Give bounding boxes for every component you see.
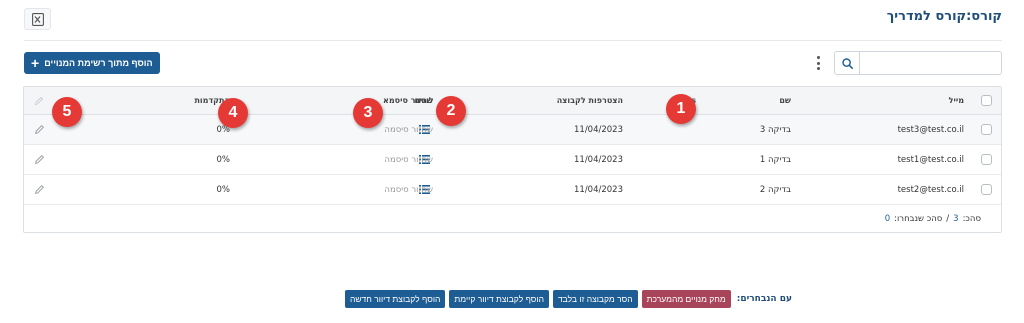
table-row[interactable]: test1@test.co.il בדיקה 1 11/04/2023 שחזו… — [24, 145, 1001, 175]
reset-password-link[interactable]: שחזור סיסמה — [384, 115, 433, 144]
select-all-checkbox[interactable] — [979, 87, 993, 114]
row-name: בדיקה 1 — [759, 154, 791, 165]
remove-from-group-button[interactable]: הסר מקבוצה זו בלבד — [552, 290, 638, 308]
annotation-badge-2: 2 — [436, 96, 466, 126]
row-progress: 0% — [216, 154, 231, 165]
row-name: בדיקה 2 — [759, 184, 791, 195]
edit-pencil-icon[interactable] — [31, 175, 47, 204]
export-excel-button[interactable] — [24, 8, 51, 30]
annotation-badge-1: 1 — [666, 94, 696, 124]
row-checkbox[interactable] — [979, 115, 993, 144]
table-header: מייל שם IP's הצטרפות לקבוצה לוגים שחזור … — [24, 87, 1001, 115]
add-from-subscribers-button[interactable]: הוסף מתוך רשימת המנויים + — [24, 52, 160, 74]
bulk-actions-label: עם הנבחרים: — [736, 294, 792, 304]
annotation-badge-3: 3 — [353, 98, 383, 128]
total-count: 3 — [953, 214, 959, 224]
subscribers-table: מייל שם IP's הצטרפות לקבוצה לוגים שחזור … — [23, 86, 1002, 233]
title-divider — [24, 40, 1002, 41]
row-name: בדיקה 3 — [759, 124, 791, 135]
row-email: test2@test.co.il — [897, 184, 964, 195]
more-options-icon[interactable] — [813, 54, 823, 72]
row-joined-date: 11/04/2023 — [574, 124, 623, 135]
row-checkbox[interactable] — [979, 175, 993, 204]
row-email: test1@test.co.il — [897, 154, 964, 165]
table-row[interactable]: test3@test.co.il בדיקה 3 11/04/2023 שחזו… — [24, 115, 1001, 145]
selected-count: 0 — [884, 214, 891, 224]
row-joined-date: 11/04/2023 — [574, 184, 623, 195]
search-input[interactable] — [860, 51, 1002, 75]
reset-password-link[interactable]: שחזור סיסמה — [384, 175, 433, 204]
edit-pencil-icon[interactable] — [31, 145, 47, 174]
column-header-name[interactable]: שם — [779, 87, 791, 114]
annotation-badge-4: 4 — [218, 98, 248, 128]
table-footer-counts: סהכ: 3 / סהכ שנבחרו: 0 — [885, 214, 981, 224]
count-separator: / — [946, 214, 950, 224]
search-icon — [841, 57, 853, 69]
page-title: קורס:קורס למדריך — [886, 9, 1002, 24]
total-label: סהכ: — [962, 214, 981, 224]
table-row[interactable]: test2@test.co.il בדיקה 2 11/04/2023 שחזו… — [24, 175, 1001, 205]
add-to-new-mailing-group-button[interactable]: הוסף לקבוצת דיוור חדשה — [344, 290, 446, 308]
excel-export-icon — [31, 12, 44, 26]
row-joined-date: 11/04/2023 — [574, 154, 623, 165]
row-email: test3@test.co.il — [897, 124, 964, 135]
bulk-actions-bar: עם הנבחרים: מחק מנויים מהמערכת הסר מקבוצ… — [344, 290, 792, 308]
search-box — [834, 51, 1002, 75]
column-header-email[interactable]: מייל — [949, 87, 964, 114]
edit-pencil-icon[interactable] — [31, 115, 47, 144]
row-progress: 0% — [216, 184, 231, 195]
column-header-reset-password[interactable]: שחזור סיסמא — [383, 87, 433, 114]
add-to-existing-mailing-group-button[interactable]: הוסף לקבוצת דיוור קיימת — [449, 290, 549, 308]
annotation-badge-5: 5 — [52, 97, 82, 127]
header-edit-icon — [31, 87, 47, 114]
column-header-joined[interactable]: הצטרפות לקבוצה — [557, 87, 623, 114]
selected-label: סהכ שנבחרו: — [894, 214, 943, 224]
search-button[interactable] — [834, 51, 860, 75]
reset-password-link[interactable]: שחזור סיסמה — [384, 145, 433, 174]
plus-icon: + — [31, 55, 40, 71]
add-from-subscribers-label: הוסף מתוך רשימת המנויים — [44, 58, 153, 68]
row-checkbox[interactable] — [979, 145, 993, 174]
delete-subscribers-button[interactable]: מחק מנויים מהמערכת — [641, 290, 731, 308]
